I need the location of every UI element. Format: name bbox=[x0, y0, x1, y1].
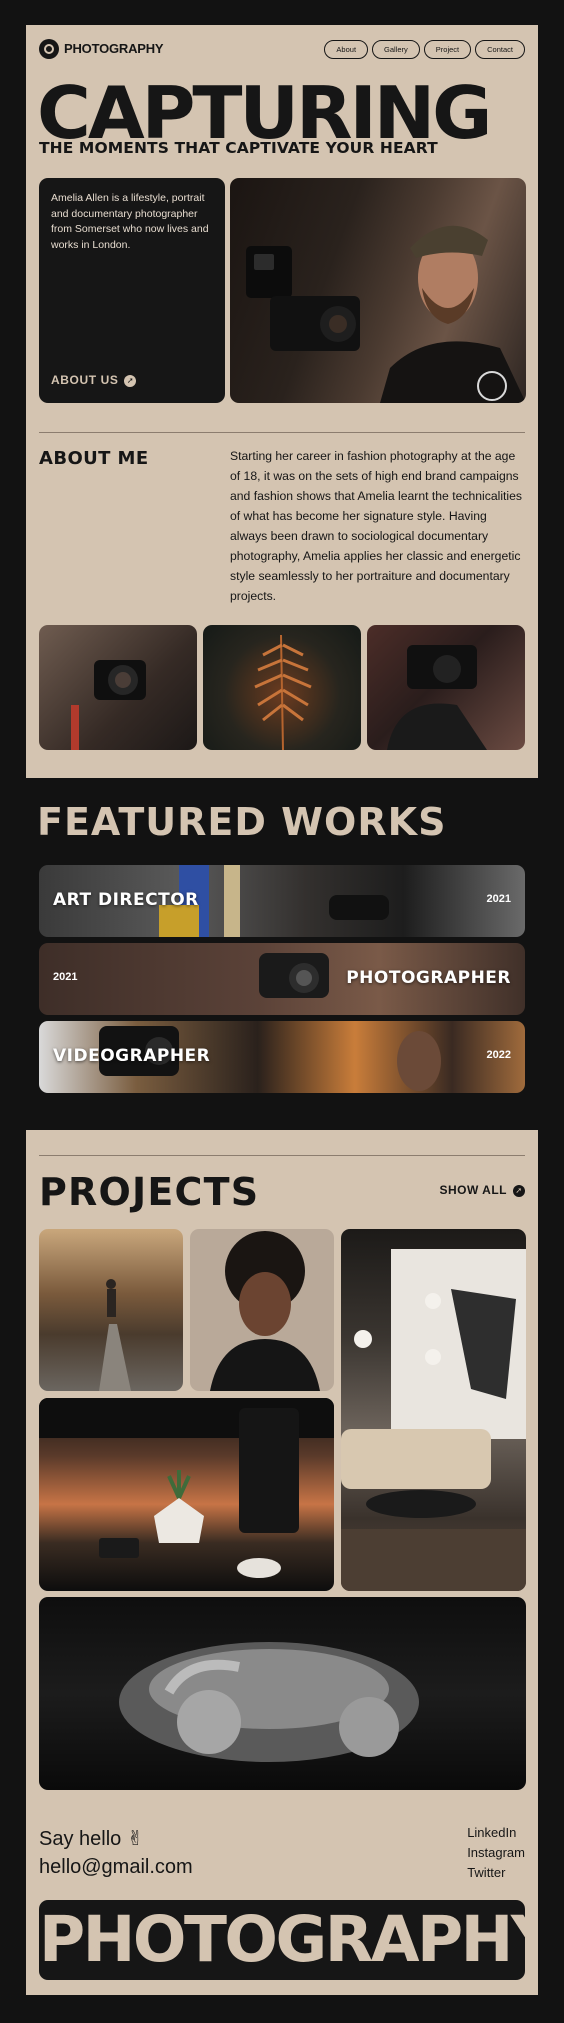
project-photo-interior bbox=[341, 1229, 526, 1591]
projects-heading: PROJECTS bbox=[39, 1170, 260, 1214]
photo-fern bbox=[203, 625, 361, 750]
about-us-link[interactable]: ABOUT US ➚ bbox=[51, 373, 137, 387]
featured-year: 2021 bbox=[53, 971, 78, 983]
email-link[interactable]: hello@gmail.com bbox=[39, 1853, 193, 1881]
greeting-text: Say hello bbox=[39, 1828, 122, 1850]
footer-wordmark: PHOTOGRAPHY bbox=[39, 1900, 525, 1980]
project-photo-portrait bbox=[190, 1229, 334, 1391]
project-photo-sculpture bbox=[39, 1597, 526, 1790]
about-us-label: ABOUT US bbox=[51, 373, 119, 387]
intro-card: PHOTOGRAPHY About Gallery Project Contac… bbox=[26, 25, 538, 778]
divider bbox=[39, 432, 525, 433]
camera-lens-logo-icon bbox=[39, 39, 59, 59]
arrow-icon: ➚ bbox=[124, 375, 137, 387]
hero-subtitle: THE MOMENTS THAT CAPTIVATE YOUR HEART bbox=[39, 139, 438, 157]
site-logo[interactable]: PHOTOGRAPHY bbox=[64, 41, 164, 56]
show-all-link[interactable]: SHOW ALL ➚ bbox=[439, 1183, 525, 1197]
about-heading: ABOUT ME bbox=[39, 448, 149, 469]
featured-year: 2022 bbox=[486, 1049, 511, 1061]
nav-gallery[interactable]: Gallery bbox=[372, 40, 420, 59]
social-linkedin[interactable]: LinkedIn bbox=[467, 1823, 525, 1843]
nav-project[interactable]: Project bbox=[423, 40, 472, 59]
nav-links: About Gallery Project Contact bbox=[324, 40, 525, 59]
featured-item-videographer[interactable]: VIDEOGRAPHER 2022 bbox=[39, 1021, 525, 1093]
photo-camera-portrait bbox=[39, 625, 197, 750]
social-twitter[interactable]: Twitter bbox=[467, 1863, 525, 1883]
featured-year: 2021 bbox=[486, 893, 511, 905]
show-all-label: SHOW ALL bbox=[439, 1183, 507, 1197]
featured-item-art-director[interactable]: ART DIRECTOR 2021 bbox=[39, 865, 525, 937]
greeting: Say hello ✌ bbox=[39, 1825, 193, 1853]
featured-title: PHOTOGRAPHER bbox=[346, 968, 511, 988]
featured-title: VIDEOGRAPHER bbox=[53, 1046, 211, 1066]
top-nav: PHOTOGRAPHY About Gallery Project Contac… bbox=[39, 37, 525, 61]
featured-item-photographer[interactable]: 2021 PHOTOGRAPHER bbox=[39, 943, 525, 1015]
project-photo-forest-road bbox=[39, 1229, 183, 1391]
projects-card: PROJECTS SHOW ALL ➚ Say hello ✌ hello@gma… bbox=[26, 1130, 538, 1995]
divider bbox=[39, 1155, 525, 1156]
project-photo-desk bbox=[39, 1398, 334, 1591]
photo-camera-hands bbox=[367, 625, 525, 750]
contact-block: Say hello ✌ hello@gmail.com bbox=[39, 1825, 193, 1881]
featured-heading: FEATURED WORKS bbox=[37, 800, 447, 844]
arrow-icon: ➚ bbox=[513, 1185, 525, 1197]
bio-text: Amelia Allen is a lifestyle, portrait an… bbox=[51, 192, 209, 251]
social-instagram[interactable]: Instagram bbox=[467, 1843, 525, 1863]
nav-contact[interactable]: Contact bbox=[475, 40, 525, 59]
featured-title: ART DIRECTOR bbox=[53, 890, 199, 910]
social-links: LinkedIn Instagram Twitter bbox=[467, 1823, 525, 1883]
nav-about[interactable]: About bbox=[324, 40, 369, 59]
about-body: Starting her career in fashion photograp… bbox=[230, 449, 522, 603]
hero-title: CAPTURING bbox=[37, 71, 492, 155]
bio-card: Amelia Allen is a lifestyle, portrait an… bbox=[39, 178, 225, 403]
hero-photo-videographer bbox=[230, 178, 526, 403]
hand-wave-icon: ✌ bbox=[126, 1828, 144, 1850]
